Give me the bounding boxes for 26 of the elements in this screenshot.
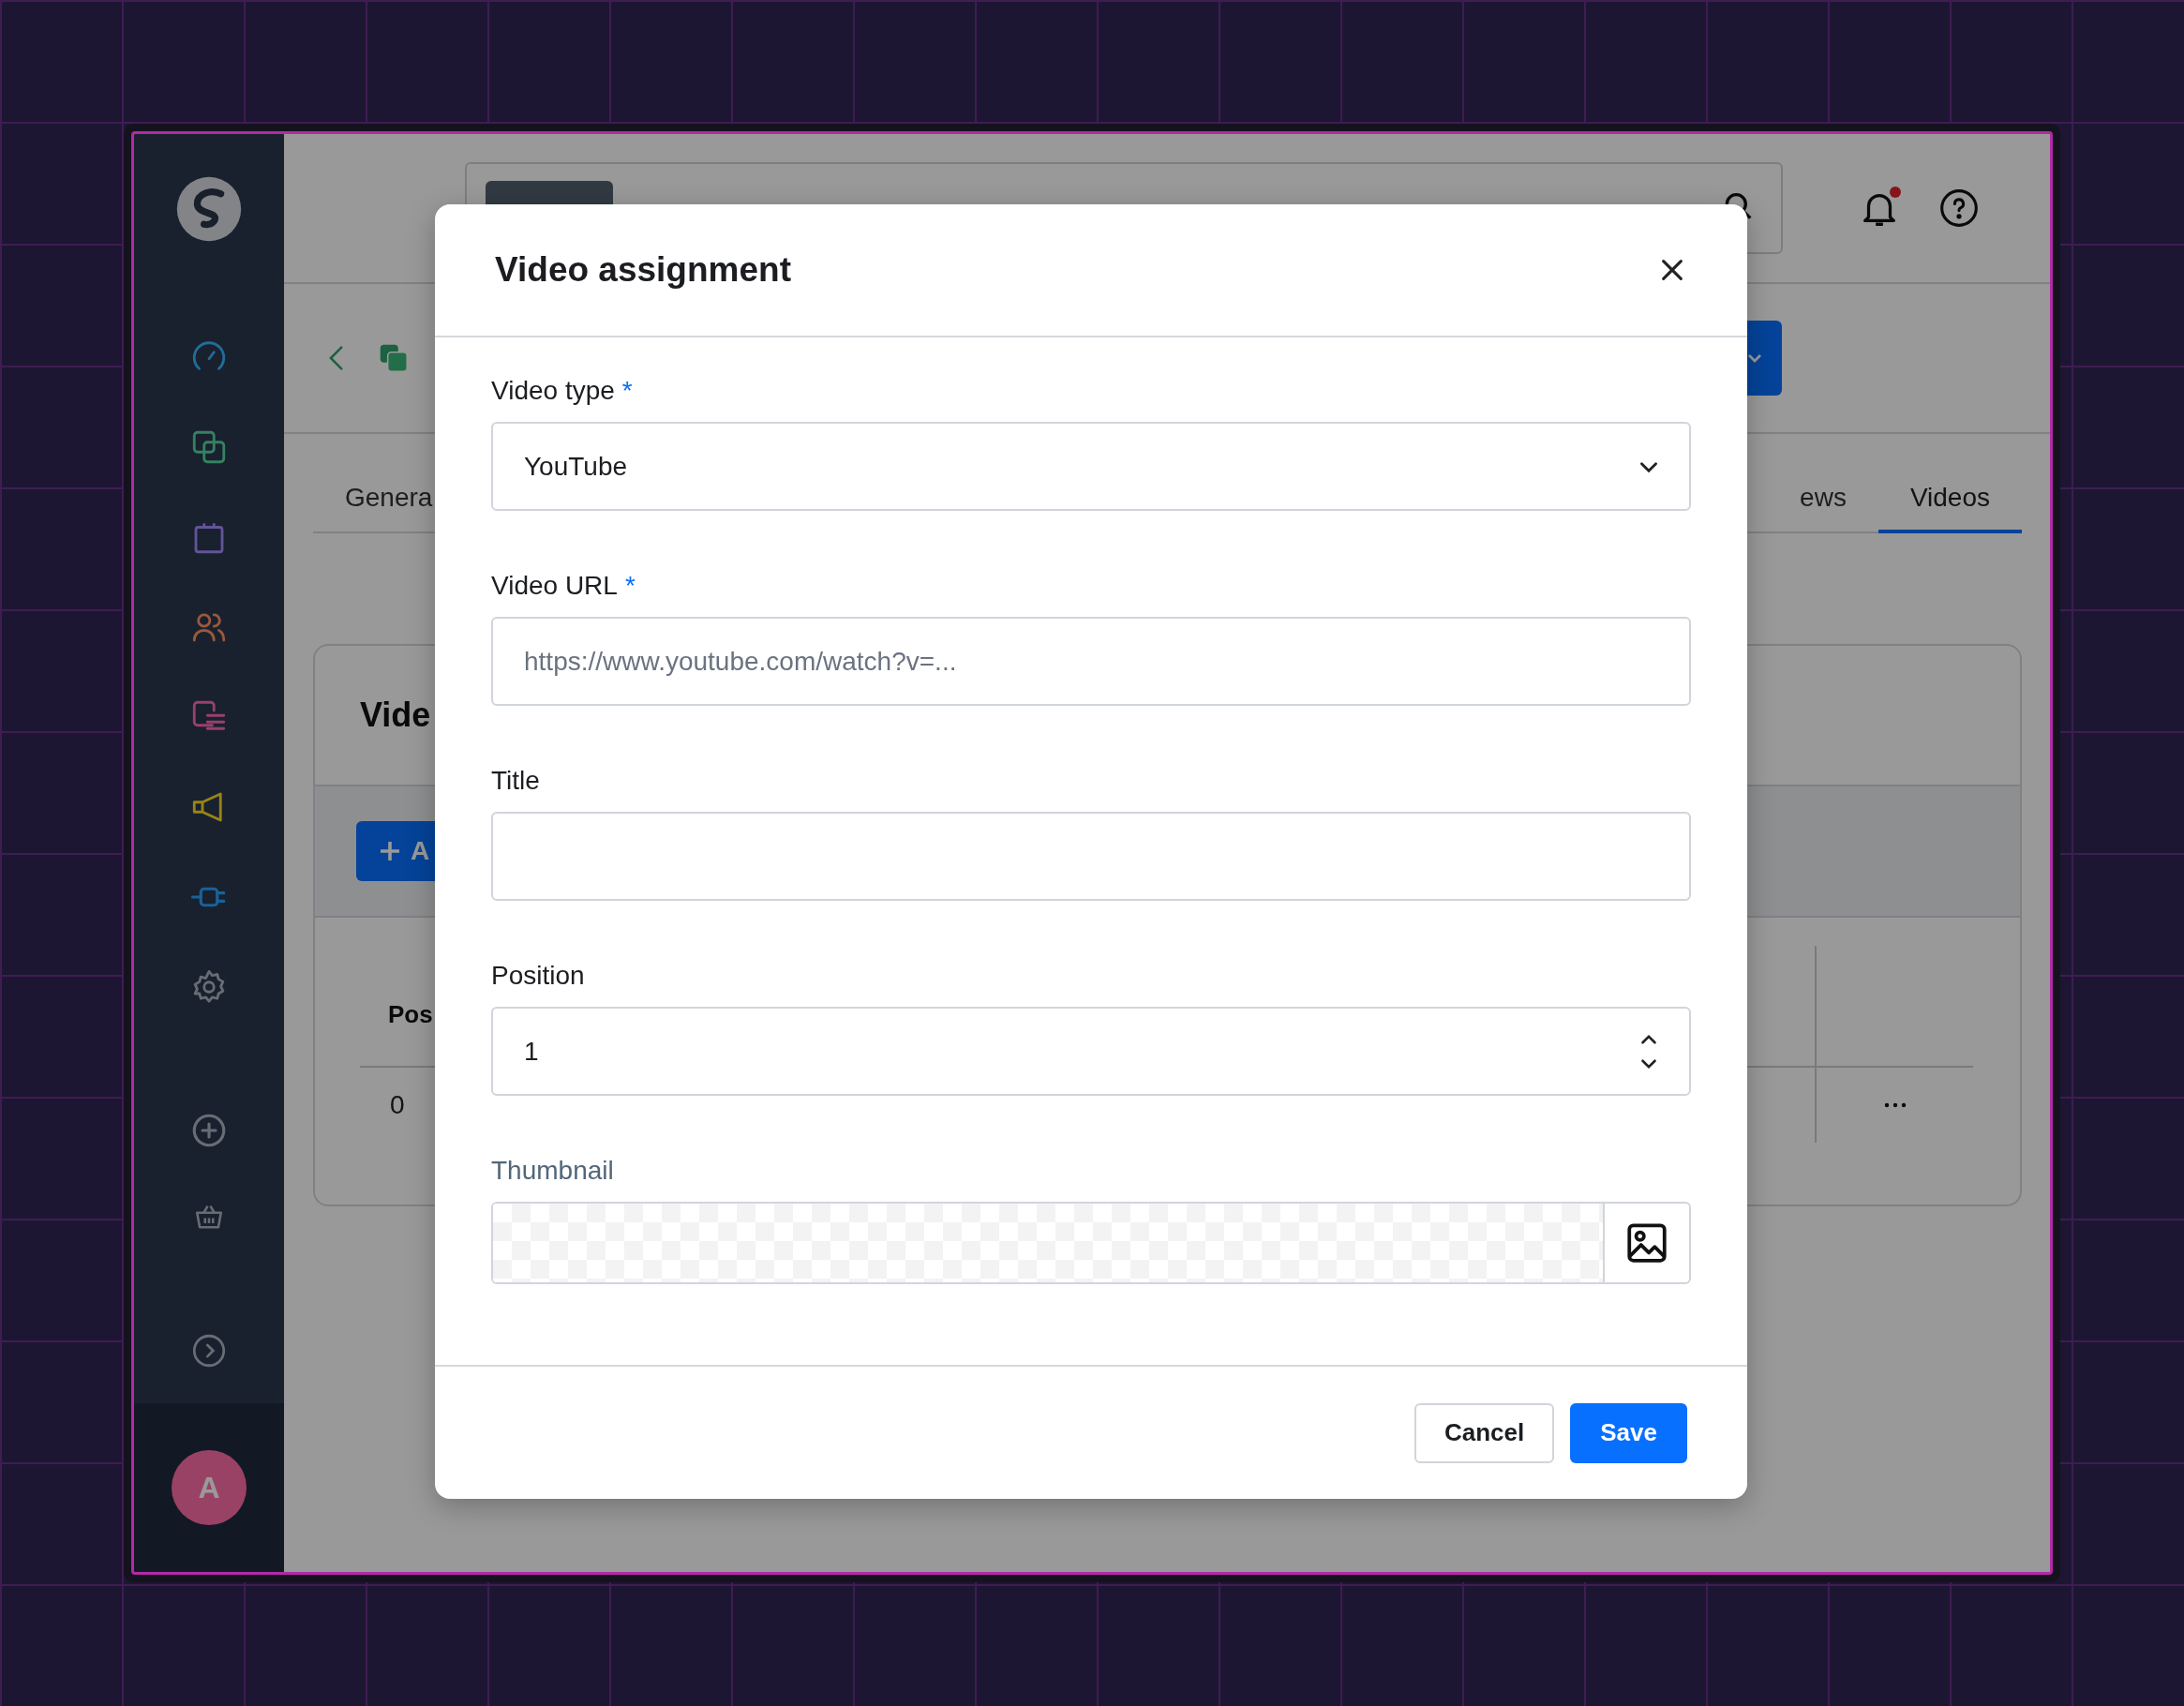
input-field[interactable] — [491, 812, 1691, 901]
tab[interactable]: ews — [1768, 483, 1878, 533]
required-mark: * — [624, 571, 636, 601]
field-label: Position — [491, 961, 585, 991]
field-label: Thumbnail — [491, 1156, 614, 1186]
input-field[interactable]: https://www.youtube.com/watch?v=... — [491, 617, 1691, 706]
tab[interactable]: Videos — [1877, 483, 2022, 533]
table-cell: 0 — [390, 1090, 405, 1120]
cancel-button[interactable]: Cancel — [1414, 1402, 1555, 1463]
help-icon[interactable] — [1938, 187, 1980, 229]
modal-title: Video assignment — [495, 250, 792, 290]
image-upload-field[interactable] — [491, 1202, 1691, 1284]
logo-icon[interactable] — [175, 175, 243, 243]
save-button[interactable]: Save — [1570, 1402, 1687, 1463]
plus-icon — [379, 840, 401, 862]
required-mark: * — [621, 376, 633, 406]
card-title: Vide — [360, 696, 431, 735]
tab[interactable]: Genera — [313, 483, 465, 533]
field-label: Video type — [491, 376, 615, 406]
field-label: Video URL — [491, 571, 618, 601]
column-header: Pos — [388, 999, 433, 1029]
number-field[interactable]: 1 — [491, 1007, 1691, 1096]
field-label: Title — [491, 766, 540, 796]
close-icon[interactable] — [1659, 257, 1685, 283]
select-field[interactable]: YouTube — [491, 422, 1691, 511]
more-options-icon[interactable] — [1884, 1101, 1907, 1109]
